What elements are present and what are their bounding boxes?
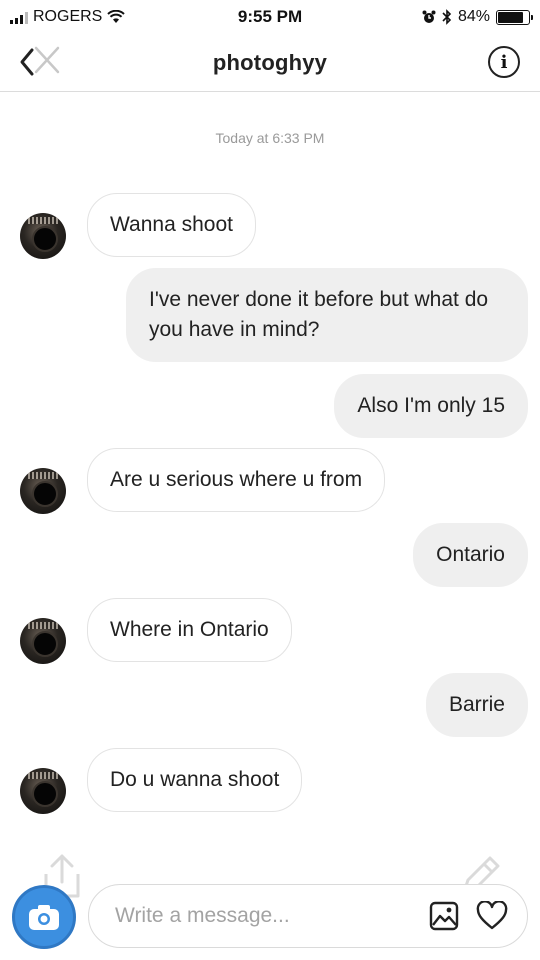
chevron-left-icon	[20, 46, 60, 76]
battery-level-fill	[498, 11, 524, 23]
message-outgoing: Also I'm only 15	[334, 374, 528, 438]
gallery-button[interactable]	[427, 899, 461, 933]
message-bubble-text[interactable]: Do u wanna shoot	[87, 748, 303, 812]
message-input[interactable]	[115, 904, 413, 928]
camera-icon	[29, 905, 59, 930]
message-bubble-text[interactable]: I've never done it before but what do yo…	[126, 268, 528, 362]
message-incoming: Wanna shoot	[87, 193, 256, 257]
battery-percent: 84%	[457, 8, 490, 25]
bluetooth-icon	[442, 9, 452, 25]
status-bar: ROGERS 9:55 PM 84%	[0, 0, 540, 34]
info-button[interactable]: i	[488, 46, 520, 78]
sender-avatar[interactable]	[20, 468, 66, 514]
message-bubble-text[interactable]: Where in Ontario	[87, 598, 292, 662]
dm-screen: ROGERS 9:55 PM 84% photoghyy i Today at …	[0, 0, 540, 960]
message-incoming: Are u serious where u from	[87, 448, 386, 512]
sender-avatar[interactable]	[20, 618, 66, 664]
message-outgoing: Barrie	[425, 673, 528, 737]
message-bubble-text[interactable]: Ontario	[413, 523, 528, 587]
signal-strength-icon	[10, 11, 28, 24]
conversation-header: photoghyy i	[0, 34, 540, 92]
sender-avatar[interactable]	[20, 768, 66, 814]
camera-button[interactable]	[12, 885, 76, 949]
heart-icon	[476, 901, 508, 930]
wifi-icon	[107, 10, 126, 23]
back-button[interactable]	[14, 42, 64, 82]
like-button[interactable]	[475, 899, 509, 933]
message-incoming: Where in Ontario	[87, 598, 292, 662]
info-icon: i	[500, 51, 508, 73]
sender-avatar[interactable]	[20, 213, 66, 259]
message-outgoing: I've never done it before but what do yo…	[126, 268, 528, 362]
status-bar-right: 84%	[360, 8, 533, 26]
alarm-icon	[422, 10, 436, 23]
message-bubble-text[interactable]: Wanna shoot	[87, 193, 256, 257]
battery-icon	[496, 9, 533, 25]
message-bubble-text[interactable]: Are u serious where u from	[87, 448, 386, 512]
message-incoming: Do u wanna shoot	[87, 748, 303, 812]
status-bar-left: ROGERS	[10, 8, 180, 26]
conversation-username[interactable]: photoghyy	[213, 50, 327, 76]
message-bubble-text[interactable]: Barrie	[425, 673, 528, 737]
message-bubble-text[interactable]: Also I'm only 15	[334, 374, 528, 438]
message-composer	[88, 884, 528, 948]
message-outgoing: Ontario	[413, 523, 528, 587]
carrier-name: ROGERS	[33, 8, 103, 25]
conversation-timestamp: Today at 6:33 PM	[215, 130, 325, 146]
image-icon	[429, 901, 459, 931]
status-time: 9:55 PM	[237, 7, 303, 26]
